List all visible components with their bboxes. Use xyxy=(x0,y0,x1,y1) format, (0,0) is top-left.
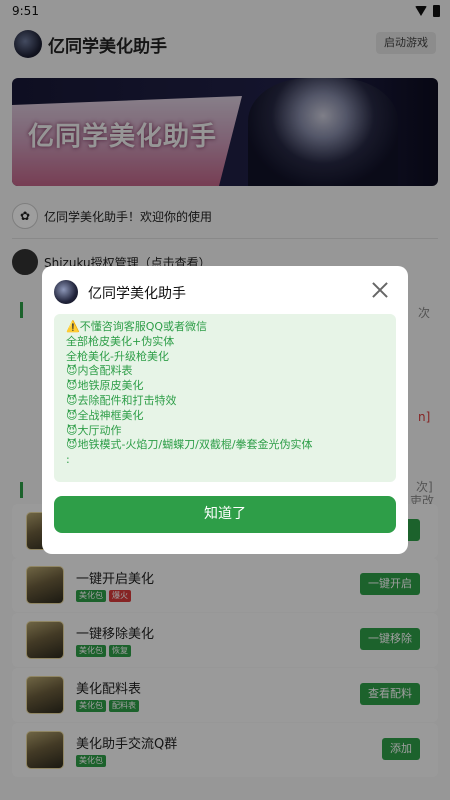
announcement-dialog: 亿同学美化助手 ⚠️不懂咨询客服QQ或者微信 全部枪皮美化+伪实体 全枪美化-升… xyxy=(42,266,408,554)
dialog-line: 😈内含配料表 xyxy=(66,364,133,378)
close-icon[interactable] xyxy=(370,280,390,300)
dialog-message: ⚠️不懂咨询客服QQ或者微信 全部枪皮美化+伪实体 全枪美化-升级枪美化 😈内含… xyxy=(54,314,396,482)
dialog-line: 全枪美化-升级枪美化 xyxy=(66,349,169,363)
dialog-avatar xyxy=(54,280,78,304)
dialog-line: 😈去除配件和打击特效 xyxy=(66,393,177,407)
dialog-line: ⚠️不懂咨询客服QQ或者微信 xyxy=(66,320,208,333)
dialog-line: 😈地铁模式-火焰刀/蝴蝶刀/双截棍/拳套金光伪实体 xyxy=(66,438,313,452)
dialog-line: : xyxy=(66,453,70,467)
dialog-line: 😈全战神框美化 xyxy=(66,408,144,422)
dialog-line: 😈大厅动作 xyxy=(66,423,122,437)
dialog-line: 😈地铁原皮美化 xyxy=(66,379,144,393)
dialog-line: 全部枪皮美化+伪实体 xyxy=(66,334,175,348)
dialog-title: 亿同学美化助手 xyxy=(88,286,186,302)
confirm-button[interactable]: 知道了 xyxy=(54,496,396,533)
